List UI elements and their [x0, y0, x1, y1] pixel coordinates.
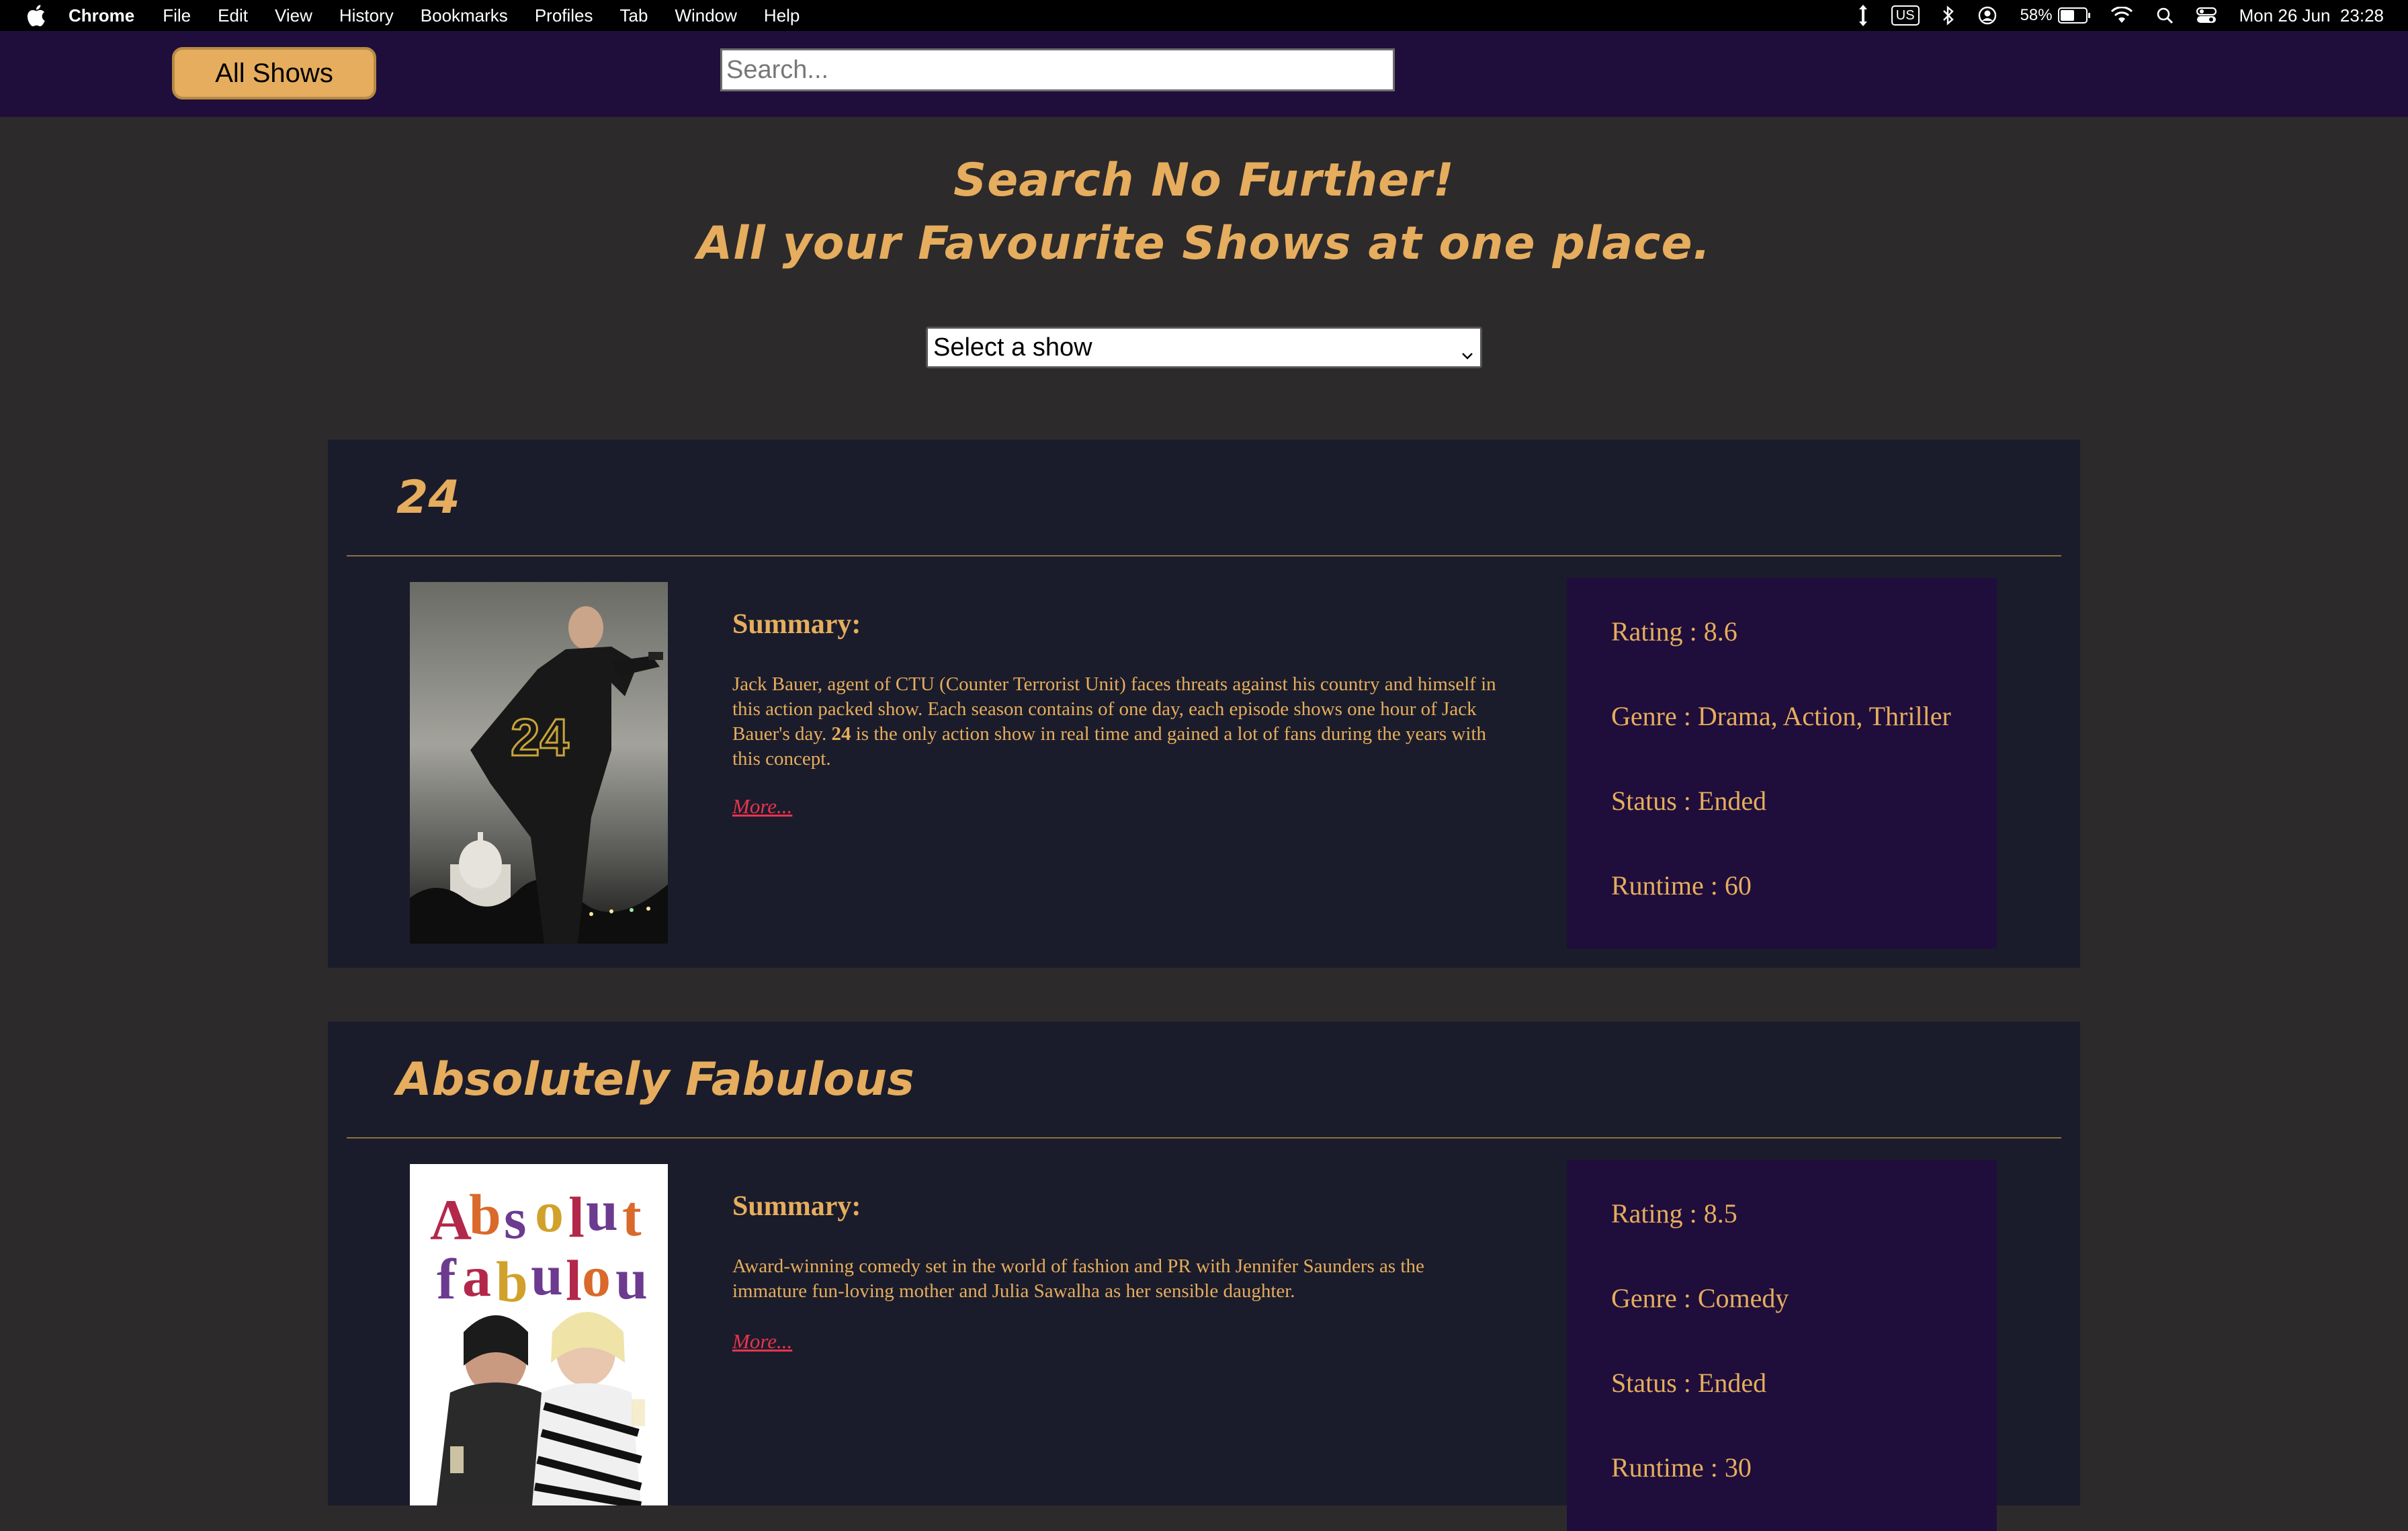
hero-line-2: All your Favourite Shows at one place. [697, 217, 1711, 270]
svg-text:u: u [586, 1178, 618, 1243]
more-link[interactable]: More... [732, 1329, 792, 1354]
show-select[interactable]: Select a show [926, 327, 1482, 368]
hero-heading: Search No Further! All your Favourite Sh… [0, 149, 2408, 276]
svg-text:o: o [535, 1180, 564, 1244]
show-card: Absolutely Fabulous A b s o l u t f a b … [328, 1022, 2080, 1531]
bluetooth-icon[interactable] [1942, 5, 1954, 26]
menu-bar-left: Chrome File Edit View History Bookmarks … [26, 0, 826, 31]
cursor-icon[interactable] [1858, 5, 1868, 26]
battery-status[interactable]: 58% [2020, 6, 2090, 25]
svg-text:24: 24 [511, 708, 569, 767]
show-rating: Rating : 8.6 [1611, 616, 1737, 647]
menu-app-name[interactable]: Chrome [69, 5, 134, 26]
menu-bookmarks[interactable]: Bookmarks [421, 5, 508, 26]
svg-text:b: b [496, 1249, 528, 1314]
user-icon[interactable] [1977, 5, 1997, 26]
menu-bar: Chrome File Edit View History Bookmarks … [0, 0, 2408, 31]
menu-clock[interactable]: Mon 26 Jun 23:28 [2239, 5, 2384, 26]
svg-text:f: f [437, 1247, 457, 1311]
show-rating: Rating : 8.5 [1611, 1198, 1737, 1229]
summary-text: Award-winning comedy set in the world of… [732, 1255, 1424, 1302]
summary-heading: Summary: [732, 1191, 861, 1222]
menu-file[interactable]: File [163, 5, 191, 26]
wifi-icon[interactable] [2110, 7, 2133, 24]
menu-view[interactable]: View [275, 5, 312, 26]
card-divider [347, 555, 2061, 556]
battery-icon [2057, 7, 2090, 24]
svg-text:u: u [615, 1247, 648, 1311]
show-status: Status : Ended [1611, 1368, 1767, 1398]
search-input[interactable] [720, 48, 1395, 91]
show-info-panel: Rating : 8.6 Genre : Drama, Action, Thri… [1567, 578, 1997, 949]
show-genre: Genre : Comedy [1611, 1283, 1789, 1313]
show-title: Absolutely Fabulous [396, 1053, 914, 1106]
show-title: 24 [396, 471, 460, 524]
svg-text:a: a [462, 1244, 491, 1309]
show-runtime: Runtime : 60 [1611, 870, 1752, 901]
menu-help[interactable]: Help [764, 5, 800, 26]
all-shows-button[interactable]: All Shows [172, 47, 376, 99]
apple-icon[interactable] [26, 4, 47, 27]
svg-text:b: b [469, 1182, 501, 1247]
summary-text: Jack Bauer, agent of CTU (Counter Terror… [732, 673, 1496, 770]
svg-text:u: u [531, 1243, 563, 1307]
svg-text:t: t [622, 1184, 642, 1248]
more-link[interactable]: More... [732, 794, 792, 819]
keyboard-layout-badge[interactable]: US [1891, 5, 1920, 26]
show-status: Status : Ended [1611, 786, 1767, 816]
svg-text:l: l [568, 1185, 585, 1249]
control-center-icon[interactable] [2196, 7, 2217, 24]
svg-text:s: s [504, 1186, 526, 1251]
menu-profiles[interactable]: Profiles [535, 5, 593, 26]
menu-window[interactable]: Window [675, 5, 736, 26]
card-divider [347, 1137, 2061, 1139]
show-poster: A b s o l u t f a b u l o u [410, 1164, 668, 1505]
battery-percent: 58% [2020, 6, 2053, 24]
menu-bar-status: US 58% Mon 26 Jun 23:28 [1835, 0, 2384, 31]
menu-edit[interactable]: Edit [218, 5, 248, 26]
show-runtime: Runtime : 30 [1611, 1452, 1752, 1483]
chevron-down-icon [1460, 341, 1475, 360]
menu-tab[interactable]: Tab [620, 5, 648, 26]
app-navbar: All Shows [0, 31, 2408, 117]
summary-heading: Summary: [732, 609, 861, 640]
show-card: 24 24 Summary: Jack Bauer, agent of CTU … [328, 440, 2080, 968]
show-genre: Genre : Drama, Action, Thriller [1611, 701, 1951, 731]
svg-text:l: l [566, 1248, 582, 1313]
show-info-panel: Rating : 8.5 Genre : Comedy Status : End… [1567, 1160, 1997, 1531]
menu-history[interactable]: History [339, 5, 394, 26]
show-poster: 24 [410, 582, 668, 944]
svg-text:o: o [582, 1244, 611, 1309]
svg-text:A: A [430, 1188, 472, 1252]
show-select-value: Select a show [933, 333, 1092, 362]
hero-line-1: Search No Further! [953, 154, 1455, 207]
spotlight-icon[interactable] [2156, 7, 2174, 24]
